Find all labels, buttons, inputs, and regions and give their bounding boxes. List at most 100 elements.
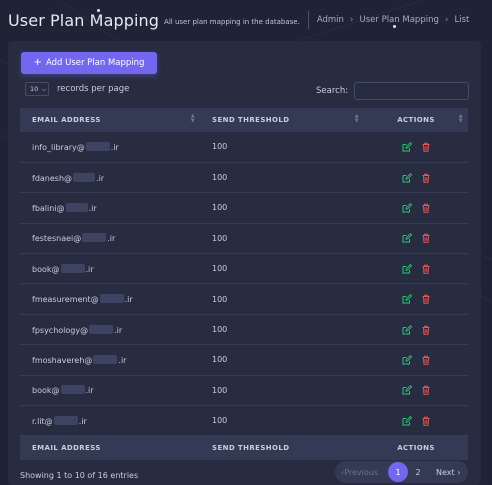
redacted-domain	[93, 354, 118, 364]
table-row: r.lit@ .ir 100	[20, 405, 468, 437]
email-suffix: .ir	[85, 386, 94, 396]
pagination-page-2[interactable]: 2	[408, 462, 428, 482]
edit-icon[interactable]	[402, 172, 412, 183]
page-subtitle: All user plan mapping in the database.	[164, 17, 300, 26]
email-suffix: .ir	[88, 203, 97, 213]
email-cell: fmoshavereh@ .ir	[20, 344, 200, 376]
threshold-cell: 100	[200, 192, 364, 224]
trash-icon[interactable]	[421, 325, 431, 335]
page-title: User Plan Mapping	[8, 10, 160, 30]
page-length-select[interactable]: 10 ⌵	[25, 82, 49, 96]
email-cell: fmeasurement@ .ir	[20, 283, 200, 315]
header-divider	[307, 11, 309, 29]
search-input[interactable]	[354, 82, 470, 100]
threshold-cell: 100	[200, 162, 364, 194]
table-row: fmeasurement@ .ir 100	[20, 283, 468, 315]
email-prefix: fbalini@	[32, 203, 65, 213]
email-cell: r.lit@ .ir	[20, 405, 200, 437]
decorative-dot	[97, 9, 100, 12]
pagination: ‹Previous 1 2 Next ›	[335, 461, 468, 483]
email-prefix: book@	[32, 386, 60, 396]
threshold-cell: 100	[200, 344, 364, 376]
pagination-page-1[interactable]: 1	[388, 462, 409, 482]
actions-cell	[364, 314, 468, 346]
actions-cell	[364, 223, 468, 255]
user-plan-mapping-table: EMAIL ADDRESS ▲ ▼ SEND THRESHOLD ▲ ▼ ACTIO…	[20, 108, 468, 460]
table-row: book@ .ir 100	[20, 375, 468, 407]
table-header-row: EMAIL ADDRESS ▲ ▼ SEND THRESHOLD ▲ ▼ ACTIO…	[20, 108, 468, 132]
column-header-email[interactable]: EMAIL ADDRESS ▲ ▼	[20, 108, 200, 132]
email-prefix: fpsychology@	[32, 325, 89, 335]
page-length-control: 10 ⌵ records per page	[25, 82, 129, 96]
email-suffix: .ir	[124, 295, 133, 305]
threshold-cell: 100	[200, 375, 364, 407]
trash-icon[interactable]	[421, 355, 431, 365]
email-suffix: .ir	[96, 173, 105, 183]
trash-icon[interactable]	[421, 385, 431, 396]
edit-icon[interactable]	[402, 233, 412, 243]
sort-icon: ▲ ▼	[458, 113, 463, 124]
email-suffix: .ir	[110, 142, 119, 152]
email-prefix: book@	[32, 264, 60, 274]
edit-icon[interactable]	[402, 294, 412, 304]
breadcrumb: Admin › User Plan Mapping › List	[317, 15, 470, 25]
redacted-domain	[99, 294, 124, 304]
add-button-label: Add User Plan Mapping	[45, 58, 145, 68]
sort-icon: ▲ ▼	[354, 113, 359, 124]
email-prefix: festesnaei@	[32, 234, 82, 244]
search-label: Search:	[316, 86, 349, 96]
trash-icon[interactable]	[421, 294, 431, 304]
edit-icon[interactable]	[402, 324, 412, 335]
pagination-previous[interactable]: ‹Previous	[341, 468, 378, 477]
edit-icon[interactable]	[402, 415, 412, 426]
redacted-domain	[53, 415, 78, 425]
edit-icon[interactable]	[402, 202, 412, 213]
email-prefix: fmeasurement@	[32, 295, 99, 305]
chevron-right-icon: ›	[444, 15, 449, 25]
email-prefix: fmoshavereh@	[32, 355, 93, 365]
actions-cell	[364, 192, 468, 224]
column-header-actions[interactable]: ACTIONS ▲ ▼	[364, 108, 468, 132]
threshold-cell: 100	[200, 223, 364, 255]
email-cell: book@ .ir	[20, 253, 200, 285]
trash-icon[interactable]	[421, 203, 431, 213]
chevron-right-icon: ›	[349, 15, 354, 25]
trash-icon[interactable]	[421, 142, 431, 152]
trash-icon[interactable]	[421, 416, 431, 426]
trash-icon[interactable]	[421, 233, 431, 244]
add-user-plan-mapping-button[interactable]: + Add User Plan Mapping	[21, 52, 157, 74]
actions-cell	[364, 344, 468, 376]
edit-icon[interactable]	[402, 141, 412, 152]
content-card: + Add User Plan Mapping 10 ⌵ records per…	[8, 41, 481, 485]
breadcrumb-user-plan-mapping[interactable]: User Plan Mapping	[360, 15, 439, 25]
footer-column-actions: ACTIONS	[397, 444, 435, 453]
actions-cell	[364, 162, 468, 194]
redacted-domain	[73, 172, 96, 182]
email-prefix: info_library@	[32, 142, 85, 152]
email-prefix: r.lit@	[32, 416, 53, 426]
page-length-label: records per page	[57, 84, 130, 94]
edit-icon[interactable]	[402, 263, 412, 274]
column-header-threshold[interactable]: SEND THRESHOLD ▲ ▼	[200, 108, 364, 132]
breadcrumb-admin[interactable]: Admin	[317, 15, 344, 25]
email-prefix: fdanesh@	[32, 173, 73, 183]
redacted-domain	[85, 141, 110, 151]
actions-cell	[364, 375, 468, 407]
actions-cell	[364, 253, 468, 285]
pagination-next[interactable]: Next ›	[436, 468, 460, 477]
email-suffix: .ir	[85, 264, 94, 274]
decorative-dot	[393, 25, 396, 28]
plus-icon: +	[33, 57, 42, 68]
breadcrumb-list: List	[454, 15, 470, 25]
email-suffix: .ir	[78, 416, 87, 426]
trash-icon[interactable]	[421, 173, 431, 183]
search-control: Search:	[316, 82, 470, 100]
edit-icon[interactable]	[402, 354, 412, 365]
email-suffix: .ir	[118, 355, 127, 365]
chevron-down-icon: ⌵	[41, 86, 46, 93]
trash-icon[interactable]	[421, 264, 431, 274]
footer-column-email: EMAIL ADDRESS	[32, 444, 101, 453]
email-cell: info_library@ .ir	[20, 132, 200, 163]
table-row: book@ .ir 100	[20, 253, 468, 285]
edit-icon[interactable]	[402, 385, 412, 395]
